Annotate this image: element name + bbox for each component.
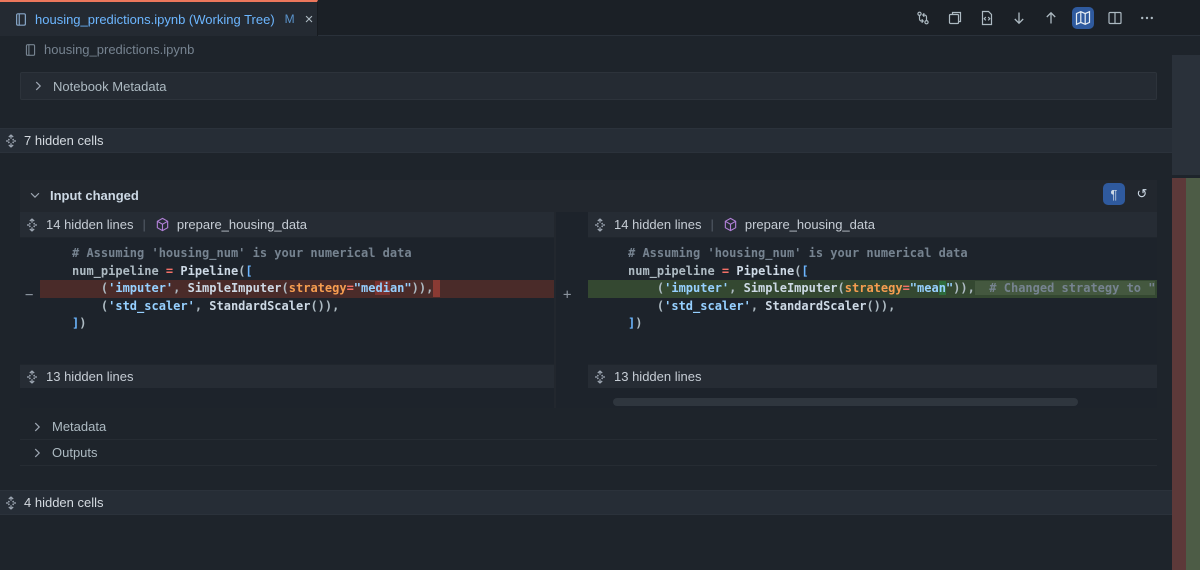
code-line: # Assuming 'housing_num' is your numeric… [20, 245, 554, 263]
close-icon[interactable]: × [305, 12, 314, 27]
hidden-lines-footer[interactable]: 13 hidden lines [588, 364, 1157, 388]
symbol-name: prepare_housing_data [177, 217, 307, 232]
added-gutter-sign: + [563, 287, 571, 303]
unfold-icon [593, 370, 607, 384]
chevron-right-icon [31, 79, 45, 93]
breadcrumb[interactable]: housing_predictions.ipynb [0, 37, 1172, 62]
diff-editor-modified[interactable]: 14 hidden lines | prepare_housing_data #… [556, 212, 1157, 408]
notebook-icon [14, 12, 28, 27]
split-editor-icon[interactable] [1104, 7, 1126, 29]
code-block-original[interactable]: # Assuming 'housing_num' is your numeric… [20, 238, 554, 364]
code-line: num_pipeline = Pipeline([ [556, 263, 1157, 281]
modified-badge: M [285, 12, 295, 26]
ruler-added-strip [1186, 178, 1200, 570]
separator: | [708, 217, 715, 232]
code-line: ]) [20, 315, 554, 333]
code-line: ('imputer', SimpleImputer(strategy="mean… [556, 280, 1157, 298]
open-changes-icon[interactable] [944, 7, 966, 29]
code-line: ('std_scaler', StandardScaler()), [20, 298, 554, 316]
editor-toolbar [912, 0, 1158, 36]
chevron-down-icon [28, 188, 42, 202]
more-actions-icon[interactable] [1136, 7, 1158, 29]
symbol-method-icon [155, 217, 170, 232]
metadata-label: Metadata [52, 419, 106, 434]
overview-ruler[interactable] [1172, 36, 1200, 570]
unfold-icon [25, 370, 39, 384]
notebook-metadata-row[interactable]: Notebook Metadata [20, 72, 1157, 100]
hidden-lines-header[interactable]: 14 hidden lines | prepare_housing_data [20, 212, 554, 238]
outputs-label: Outputs [52, 445, 98, 460]
vscode-notebook-diff: housing_predictions.ipynb (Working Tree)… [0, 0, 1200, 570]
input-changed-cell: Input changed ¶ ↺ 14 hidden lines | prep… [20, 180, 1157, 408]
removed-gutter-sign: − [25, 287, 33, 303]
hidden-cells-top[interactable]: 7 hidden cells [0, 128, 1172, 153]
toggle-whitespace-button[interactable]: ¶ [1103, 183, 1125, 205]
diff-editor-original[interactable]: 14 hidden lines | prepare_housing_data #… [20, 212, 554, 408]
hidden-cells-top-label: 7 hidden cells [24, 133, 104, 148]
chevron-right-icon [30, 420, 44, 434]
code-line: num_pipeline = Pipeline([ [20, 263, 554, 281]
cell-header-title: Input changed [50, 188, 139, 203]
scrollbar-thumb[interactable] [1172, 55, 1200, 175]
horizontal-scrollbar[interactable] [613, 398, 1078, 406]
code-line: ('std_scaler', StandardScaler()), [556, 298, 1157, 316]
notebook-metadata-label: Notebook Metadata [53, 79, 166, 94]
hidden-cells-bottom-label: 4 hidden cells [24, 495, 104, 510]
symbol-name: prepare_housing_data [745, 217, 875, 232]
code-block-modified[interactable]: # Assuming 'housing_num' is your numeric… [556, 238, 1157, 364]
hidden-lines-bottom-label: 13 hidden lines [614, 369, 701, 384]
git-compare-icon[interactable] [912, 7, 934, 29]
discard-changes-button[interactable]: ↺ [1131, 183, 1153, 205]
breadcrumb-file: housing_predictions.ipynb [44, 42, 194, 57]
tab-bar: housing_predictions.ipynb (Working Tree)… [0, 0, 1200, 36]
arrow-down-icon[interactable] [1008, 7, 1030, 29]
cell-actions: ¶ ↺ [1103, 183, 1153, 205]
ruler-removed-strip [1172, 178, 1186, 570]
hidden-lines-footer[interactable]: 13 hidden lines [20, 364, 554, 388]
tab-working-tree[interactable]: housing_predictions.ipynb (Working Tree)… [0, 0, 318, 36]
hidden-cells-bottom[interactable]: 4 hidden cells [0, 490, 1172, 515]
metadata-row[interactable]: Metadata [20, 414, 1157, 440]
unfold-icon [4, 496, 18, 510]
unfold-icon [25, 218, 39, 232]
unfold-icon [593, 218, 607, 232]
unfold-icon [4, 134, 18, 148]
file-code-icon[interactable] [976, 7, 998, 29]
hidden-lines-top-label: 14 hidden lines [46, 217, 133, 232]
hidden-lines-top-label: 14 hidden lines [614, 217, 701, 232]
code-line: # Assuming 'housing_num' is your numeric… [556, 245, 1157, 263]
chevron-right-icon [30, 446, 44, 460]
symbol-method-icon [723, 217, 738, 232]
tab-title: housing_predictions.ipynb (Working Tree) [35, 12, 275, 27]
hidden-lines-header[interactable]: 14 hidden lines | prepare_housing_data [588, 212, 1157, 238]
separator: | [140, 217, 147, 232]
notebook-icon [24, 43, 37, 57]
outputs-row[interactable]: Outputs [20, 440, 1157, 466]
cell-header[interactable]: Input changed ¶ ↺ [20, 180, 1157, 210]
code-line: ('imputer', SimpleImputer(strategy="medi… [20, 280, 554, 298]
hidden-lines-bottom-label: 13 hidden lines [46, 369, 133, 384]
code-line: ]) [556, 315, 1157, 333]
map-icon[interactable] [1072, 7, 1094, 29]
arrow-up-icon[interactable] [1040, 7, 1062, 29]
